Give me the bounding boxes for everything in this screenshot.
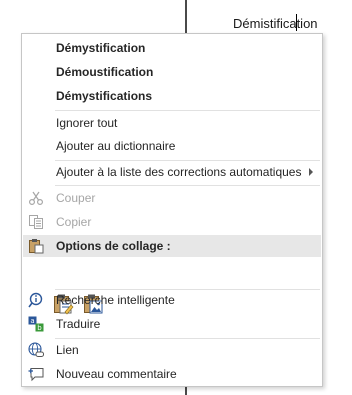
add-to-dictionary-label: Ajouter au dictionnaire <box>56 139 176 153</box>
svg-text:b: b <box>37 324 42 332</box>
paste-options-header: Options de collage : <box>23 235 321 257</box>
new-comment-label: Nouveau commentaire <box>56 367 177 381</box>
suggestion-label: Démystifications <box>56 89 153 103</box>
smart-lookup-item[interactable]: Recherche intelligente <box>23 289 321 311</box>
suggestion-item[interactable]: Démoustification <box>23 61 321 83</box>
copy-icon <box>29 215 43 229</box>
new-comment-item[interactable]: Nouveau commentaire <box>23 363 321 385</box>
translate-item[interactable]: a b Traduire <box>23 313 321 335</box>
submenu-arrow-icon <box>309 168 313 176</box>
scissors-icon <box>28 191 44 206</box>
copy-label: Copier <box>56 215 92 229</box>
suggestion-label: Démoustification <box>56 65 154 79</box>
context-menu: Démystification Démoustification Démysti… <box>21 33 323 387</box>
separator <box>55 110 320 111</box>
link-label: Lien <box>56 343 79 357</box>
cut-label: Couper <box>56 191 96 205</box>
suggestion-item[interactable]: Démystifications <box>23 85 321 107</box>
add-to-dictionary-item[interactable]: Ajouter au dictionnaire <box>23 135 321 157</box>
add-to-autocorrect-label: Ajouter à la liste des corrections autom… <box>56 165 302 179</box>
ignore-all-item[interactable]: Ignorer tout <box>23 112 321 134</box>
smart-lookup-icon <box>28 292 43 308</box>
globe-link-icon <box>28 342 44 357</box>
svg-text:a: a <box>30 317 34 325</box>
ignore-all-label: Ignorer tout <box>56 116 118 130</box>
paste-options-label: Options de collage : <box>56 239 171 253</box>
suggestion-item[interactable]: Démystification <box>23 37 321 59</box>
clipboard-icon <box>29 239 44 254</box>
text-caret <box>296 14 297 31</box>
translate-icon: a b <box>28 316 44 332</box>
suggestion-label: Démystification <box>56 41 146 55</box>
copy-item[interactable]: Copier <box>23 211 321 233</box>
smart-lookup-label: Recherche intelligente <box>56 293 175 307</box>
misspelled-word[interactable]: Démistification <box>233 16 318 31</box>
translate-label: Traduire <box>56 317 101 331</box>
comment-icon <box>28 368 44 382</box>
add-to-autocorrect-item[interactable]: Ajouter à la liste des corrections autom… <box>23 161 321 183</box>
link-item[interactable]: Lien <box>23 339 321 361</box>
cut-item[interactable]: Couper <box>23 187 321 209</box>
separator <box>55 185 320 186</box>
